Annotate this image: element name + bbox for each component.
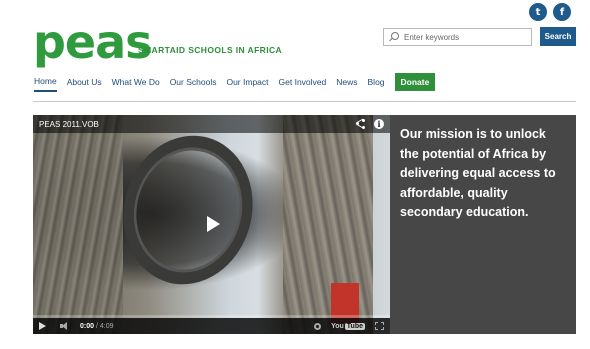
video-frame-tree-left	[33, 115, 123, 334]
nav-item-our-impact[interactable]: Our Impact	[226, 77, 268, 91]
info-icon[interactable]: i	[374, 119, 384, 129]
nav-item-about-us[interactable]: About Us	[67, 77, 102, 91]
play-icon[interactable]	[198, 211, 224, 237]
video-frame-tree-right	[283, 115, 373, 334]
control-play-icon[interactable]	[39, 322, 46, 330]
search-icon	[389, 32, 399, 42]
volume-icon[interactable]	[60, 322, 70, 330]
twitter-icon[interactable]: t	[529, 3, 547, 21]
social-links: t f	[529, 3, 571, 21]
youtube-logo[interactable]: You Tube	[331, 322, 365, 330]
video-duration: / 4:09	[96, 322, 114, 330]
current-time: 0:00	[80, 322, 95, 330]
video-controls: 0:00 / 4:09 You Tube	[33, 318, 390, 334]
mission-statement: Our mission is to unlock the potential o…	[400, 127, 556, 219]
video-title[interactable]: PEAS 2011.VOB	[39, 120, 356, 129]
mission-panel: Our mission is to unlock the potential o…	[390, 115, 576, 334]
nav-item-home[interactable]: Home	[34, 76, 57, 92]
nav-item-news[interactable]: News	[336, 77, 357, 91]
donate-button[interactable]: Donate	[394, 73, 436, 91]
settings-gear-icon[interactable]	[314, 322, 322, 330]
video-player[interactable]: PEAS 2011.VOB i 0:00 / 4:09 You Tube	[33, 115, 390, 334]
fullscreen-icon[interactable]	[375, 322, 384, 330]
peas-logo[interactable]: peas	[33, 15, 153, 69]
search-input[interactable]	[404, 32, 524, 42]
main-nav: Home About Us What We Do Our Schools Our…	[34, 73, 436, 92]
logo-tagline: SMARTAID SCHOOLS IN AFRICA	[138, 45, 283, 55]
share-icon[interactable]	[356, 119, 366, 129]
nav-item-get-involved[interactable]: Get Involved	[279, 77, 327, 91]
search-button[interactable]: Search	[540, 27, 576, 46]
nav-item-our-schools[interactable]: Our Schools	[170, 77, 217, 91]
logo-wordmark: peas	[33, 15, 153, 69]
youtube-logo-you: You	[331, 322, 344, 330]
nav-item-blog[interactable]: Blog	[368, 77, 385, 91]
facebook-icon[interactable]: f	[553, 3, 571, 21]
nav-item-what-we-do[interactable]: What We Do	[112, 77, 160, 91]
youtube-logo-tube: Tube	[344, 322, 365, 330]
nav-divider	[33, 101, 576, 102]
video-title-bar: PEAS 2011.VOB i	[33, 115, 390, 133]
search-field[interactable]	[383, 28, 532, 46]
